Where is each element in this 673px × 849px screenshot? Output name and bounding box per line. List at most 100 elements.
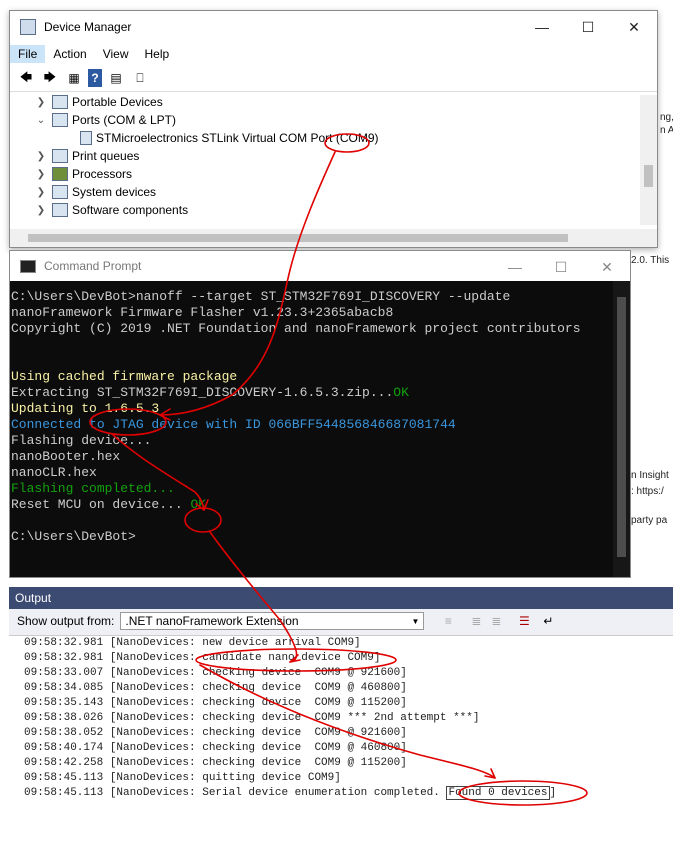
- output-source-value: .NET nanoFramework Extension: [125, 614, 299, 628]
- console-output[interactable]: C:\Users\DevBot>nanoff --target ST_STM32…: [10, 289, 611, 545]
- chevron-right-icon[interactable]: ❯: [34, 205, 48, 216]
- chevron-down-icon: ▼: [411, 616, 420, 626]
- system-device-icon: [52, 185, 68, 199]
- console-ok: OK: [190, 497, 207, 512]
- tree-label: Print queues: [72, 149, 140, 163]
- tree-item-processors[interactable]: ❯ Processors: [10, 165, 638, 183]
- console-text: nanoFramework Firmware Flasher v1.23.3+2…: [11, 305, 394, 320]
- printer-icon: [52, 149, 68, 163]
- monitor-icon[interactable]: ⎕: [130, 69, 150, 87]
- menu-view[interactable]: View: [95, 45, 137, 63]
- output-source-select[interactable]: .NET nanoFramework Extension ▼: [120, 612, 425, 630]
- command-prompt-window: Command Prompt — ☐ ✕ C:\Users\DevBot>nan…: [9, 250, 631, 578]
- bg-fragment: ng,: [660, 112, 673, 123]
- tree-label: Software components: [72, 203, 189, 217]
- forward-icon[interactable]: 🡆: [40, 69, 60, 87]
- scroll-thumb[interactable]: [644, 165, 653, 187]
- output-pane: Output Show output from: .NET nanoFramew…: [9, 587, 673, 849]
- log-line: 09:58:42.258 [NanoDevices: checking devi…: [24, 757, 407, 769]
- console-text: Updating to 1.6.5.3: [11, 401, 160, 416]
- vertical-scrollbar[interactable]: [640, 95, 657, 225]
- toolbar: 🡄 🡆 ▦ ? ▤ ⎕: [10, 65, 657, 92]
- bg-fragment: : https:/: [631, 486, 664, 497]
- console-line: nanoFramework Firmware Flasher v1.23.3+2…: [11, 305, 611, 321]
- console-text: Copyright (C) 2019 .NET Foundation and n…: [11, 321, 581, 336]
- scroll-thumb[interactable]: [617, 297, 626, 557]
- tree-item-software-components[interactable]: ❯ Software components: [10, 201, 638, 219]
- console-ok: OK: [393, 385, 409, 400]
- word-wrap-icon[interactable]: ↵: [538, 612, 558, 630]
- console-text: Connected to JTAG device with ID 066BFF5…: [11, 417, 456, 432]
- details-icon[interactable]: ▤: [106, 69, 126, 87]
- log-line: 09:58:33.007 [NanoDevices: checking devi…: [24, 667, 407, 679]
- minimize-button[interactable]: —: [519, 11, 565, 43]
- chevron-right-icon[interactable]: ❯: [34, 187, 48, 198]
- console-line: Reset MCU on device... OK: [11, 497, 611, 513]
- console-line: nanoBooter.hex: [11, 449, 611, 465]
- menu-file[interactable]: File: [10, 45, 46, 63]
- find-message-icon[interactable]: ≡: [438, 612, 458, 630]
- prev-message-icon[interactable]: ≣: [466, 612, 486, 630]
- console-line: C:\Users\DevBot>nanoff --target ST_STM32…: [11, 289, 611, 305]
- title-bar: Command Prompt — ☐ ✕: [10, 251, 630, 281]
- console-text: Extracting ST_STM32F769I_DISCOVERY-1.6.5…: [11, 385, 394, 400]
- scroll-thumb[interactable]: [28, 234, 568, 242]
- device-manager-window: Device Manager — ☐ ✕ File Action View He…: [9, 10, 658, 248]
- help-icon[interactable]: ?: [88, 69, 102, 87]
- clear-all-icon[interactable]: ☰: [514, 612, 534, 630]
- properties-icon[interactable]: ▦: [64, 69, 84, 87]
- window-title: Command Prompt: [44, 259, 142, 273]
- console-text: nanoCLR.hex: [11, 465, 97, 480]
- bg-fragment: n Insight: [631, 470, 669, 481]
- console-line: Copyright (C) 2019 .NET Foundation and n…: [11, 321, 611, 337]
- horizontal-scrollbar[interactable]: [10, 229, 657, 247]
- log-text: 09:58:45.113 [NanoDevices: Serial device…: [24, 787, 447, 799]
- close-button[interactable]: ✕: [611, 11, 657, 43]
- device-manager-icon: [20, 19, 36, 35]
- minimize-button[interactable]: —: [492, 251, 538, 283]
- port-icon: [52, 113, 68, 127]
- log-line: 09:58:45.113 [NanoDevices: Serial device…: [24, 786, 673, 801]
- console-line: Connected to JTAG device with ID 066BFF5…: [11, 417, 611, 433]
- maximize-button[interactable]: ☐: [565, 11, 611, 43]
- tree-label: STMicroelectronics STLink Virtual COM Po…: [96, 131, 379, 145]
- chevron-right-icon[interactable]: ❯: [34, 169, 48, 180]
- output-log[interactable]: 09:58:32.981 [NanoDevices: new device ar…: [9, 635, 673, 849]
- output-title: Output: [15, 591, 52, 605]
- console-line: Updating to 1.6.5.3: [11, 401, 611, 417]
- vertical-scrollbar[interactable]: [613, 281, 630, 577]
- log-line: 09:58:38.052 [NanoDevices: checking devi…: [24, 727, 407, 739]
- tree-item-system-devices[interactable]: ❯ System devices: [10, 183, 638, 201]
- menu-bar: File Action View Help: [10, 43, 657, 65]
- tree-item-stlink-com[interactable]: STMicroelectronics STLink Virtual COM Po…: [10, 129, 638, 147]
- bg-fragment: n AP: [660, 125, 673, 136]
- device-tree: ❯ Portable Devices ⌄ Ports (COM & LPT) S…: [10, 93, 638, 225]
- tree-label: Portable Devices: [72, 95, 163, 109]
- console-line: Flashing completed...: [11, 481, 611, 497]
- tree-item-portable-devices[interactable]: ❯ Portable Devices: [10, 93, 638, 111]
- menu-help[interactable]: Help: [137, 45, 178, 63]
- log-line: 09:58:35.143 [NanoDevices: checking devi…: [24, 697, 407, 709]
- com-port-icon: [80, 131, 92, 145]
- chevron-right-icon[interactable]: ❯: [34, 151, 48, 162]
- tree-label: System devices: [72, 185, 157, 199]
- menu-action[interactable]: Action: [45, 45, 94, 63]
- chevron-right-icon[interactable]: ❯: [34, 97, 48, 108]
- window-title: Device Manager: [44, 20, 132, 34]
- found-devices-text: Found 0 devices: [446, 786, 550, 800]
- next-message-icon[interactable]: ≣: [486, 612, 506, 630]
- log-line: 09:58:32.981 [NanoDevices: new device ar…: [24, 637, 361, 649]
- console-text: nanoBooter.hex: [11, 449, 121, 464]
- maximize-button[interactable]: ☐: [538, 251, 584, 283]
- close-button[interactable]: ✕: [584, 251, 630, 283]
- tree-item-print-queues[interactable]: ❯ Print queues: [10, 147, 638, 165]
- chevron-down-icon[interactable]: ⌄: [34, 115, 48, 126]
- processor-icon: [52, 167, 68, 181]
- console-text: Reset MCU on device...: [11, 497, 191, 512]
- output-toolbar: Show output from: .NET nanoFramework Ext…: [9, 609, 673, 633]
- back-icon[interactable]: 🡄: [16, 69, 36, 87]
- tree-item-ports[interactable]: ⌄ Ports (COM & LPT): [10, 111, 638, 129]
- tree-label: Ports (COM & LPT): [72, 113, 177, 127]
